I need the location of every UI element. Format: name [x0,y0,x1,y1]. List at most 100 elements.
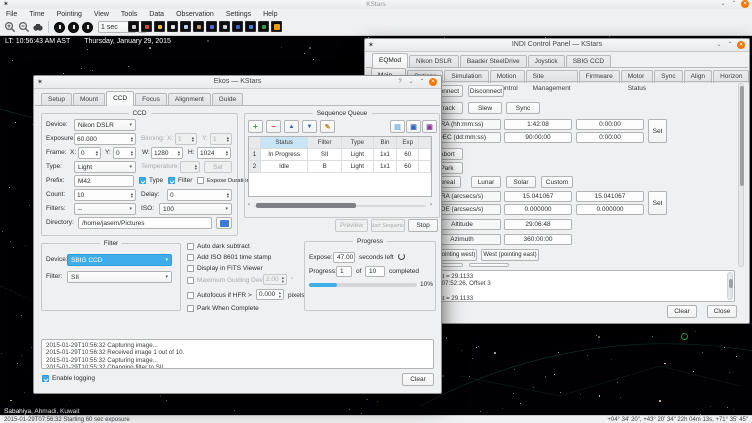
column-header-status[interactable]: Status [261,137,308,149]
slew-button[interactable]: Slew [468,102,502,114]
auto-dark-checkbox[interactable]: Auto dark subtract [187,243,250,250]
column-header-exp[interactable]: Exp [397,137,419,149]
menu-pointing[interactable]: Pointing [57,11,82,18]
frame-x-spinbox[interactable]: 0▴▾ [78,147,101,159]
solar-button[interactable]: Solar [506,176,536,188]
filters-select[interactable]: --▾ [74,203,136,215]
constellation-lines-toggle-icon[interactable] [206,21,217,32]
menu-help[interactable]: Help [263,11,277,18]
indi-clear-button[interactable]: Clear [667,305,697,318]
autofocus-hfr-spinbox[interactable]: 0.000▴▾ [256,289,284,300]
dec-target-input[interactable]: 0:00:00 [576,132,644,143]
asteroids-toggle-icon[interactable] [193,21,204,32]
stars-toggle-icon[interactable] [128,21,139,32]
open-sequence-icon[interactable]: ▤ [390,120,405,133]
filter-select[interactable]: SII▾ [67,271,172,283]
sync-button[interactable]: Sync [506,102,540,114]
ekos-minimize-button[interactable]: ⌄ [407,78,415,86]
de-rate-input[interactable]: 0.000000 [576,204,644,215]
ekos-clear-button[interactable]: Clear [402,373,434,386]
deep-sky-objects-toggle-icon[interactable] [141,21,152,32]
indi-maximize-button[interactable]: ⌃ [726,41,734,49]
sequence-queue-table[interactable]: StatusFilterTypeBinExp1In ProgressSIILig… [248,136,432,197]
column-header-type[interactable]: Type [342,137,374,149]
filter-device-select[interactable]: SBIG CCD▾ [67,254,172,266]
column-header-blank[interactable] [419,137,431,149]
stop-button[interactable]: Stop [408,219,438,232]
comets-toggle-icon[interactable] [180,21,191,32]
maximize-button[interactable]: ⌃ [730,0,738,8]
menu-view[interactable]: View [94,11,109,18]
close-button[interactable]: ✕ [741,0,749,8]
save-sequence-as-icon[interactable]: ▣ [422,120,437,133]
browse-directory-button[interactable] [216,217,232,229]
save-sequence-icon[interactable]: ▣ [406,120,421,133]
indi-log-scrollbar[interactable] [727,272,733,300]
queue-horizontal-scrollbar[interactable]: ‹ › [248,202,432,209]
frame-w-spinbox[interactable]: 1280▴▾ [151,147,183,159]
lunar-button[interactable]: Lunar [471,176,501,188]
ekos-toggle-icon[interactable] [271,21,282,32]
park-complete-checkbox[interactable]: Park When Complete [187,305,259,312]
ra-rate-input[interactable]: 15.041067 [576,191,644,202]
frame-type-select[interactable]: Light▾ [74,161,136,173]
fits-viewer-checkbox[interactable]: Display in FITS Viewer [187,265,263,272]
iso-select[interactable]: 100▾ [159,203,232,215]
disconnect-button[interactable]: Disconnect [468,85,504,97]
directory-input[interactable]: /home/jasem/Pictures [78,217,212,229]
menu-time[interactable]: Time [29,11,44,18]
time-forward-icon[interactable] [82,22,93,33]
table-row[interactable]: 1In ProgressSIILight1x160 [249,149,431,161]
minimize-button[interactable]: ⌄ [719,0,727,8]
moon-toggle-icon[interactable] [167,21,178,32]
zoom-in-icon[interactable] [4,21,16,33]
iso8601-checkbox[interactable]: Add ISO 8601 time stamp [187,254,271,261]
remove-job-icon[interactable]: − [266,120,281,133]
autofocus-hfr-checkbox[interactable]: Autofocus if HFR > [187,292,252,299]
constellation-names-toggle-icon[interactable] [219,21,230,32]
ra-target-input[interactable]: 0:00:00 [576,119,644,130]
menu-file[interactable]: File [6,11,17,18]
horizon-toggle-icon[interactable] [258,21,269,32]
pier-west-button[interactable]: West (pointing east) [481,249,539,261]
prefix-type-checkbox[interactable]: Type [139,177,163,184]
add-job-icon[interactable]: + [248,120,263,133]
column-header-blank[interactable] [249,137,261,149]
time-now-icon[interactable] [68,22,79,33]
menu-tools[interactable]: Tools [121,11,137,18]
menu-settings[interactable]: Settings [226,11,251,18]
indi-close-button[interactable]: ✕ [737,41,745,49]
move-job-up-icon[interactable]: ▲ [284,120,299,133]
menu-observation[interactable]: Observation [176,11,214,18]
frame-y-spinbox[interactable]: 0▴▾ [113,147,136,159]
exposure-spinbox[interactable]: 60.000▴▾ [74,133,136,145]
indi-close-panel-button[interactable]: Close [707,305,737,318]
prefix-duration-checkbox[interactable]: Expose Duration [197,177,250,184]
ccd-device-select[interactable]: Nikon DSLR▾ [74,119,136,131]
find-object-icon[interactable] [32,21,44,33]
rate-set-button[interactable]: Set [648,191,667,215]
frame-h-spinbox[interactable]: 1024▴▾ [197,147,231,159]
custom-button[interactable]: Custom [541,176,573,188]
enable-logging-checkbox[interactable]: Enable logging [42,375,95,382]
zoom-out-icon[interactable] [18,21,30,33]
coords-set-button[interactable]: Set [648,119,667,143]
edit-job-icon[interactable]: ✎ [320,120,335,133]
ekos-maximize-button[interactable]: ⌃ [418,78,426,86]
indi-minimize-button[interactable]: ⌄ [715,41,723,49]
clipped-button[interactable] [469,263,509,267]
ekos-close-button[interactable]: ✕ [429,78,437,86]
table-row[interactable]: 2IdleBLight1x160 [249,161,431,173]
delay-spinbox[interactable]: 0▴▾ [167,189,232,201]
prefix-filter-checkbox[interactable]: Filter [168,177,192,184]
column-header-bin[interactable]: Bin [374,137,398,149]
ekos-help-button[interactable]: ? [396,78,404,86]
time-rewind-icon[interactable] [54,22,65,33]
coordinate-grid-toggle-icon[interactable] [245,21,256,32]
constellation-boundaries-toggle-icon[interactable] [232,21,243,32]
prefix-input[interactable]: M42 [74,175,134,187]
indi-vertical-scrollbar[interactable] [738,83,744,267]
column-header-filter[interactable]: Filter [308,137,342,149]
count-spinbox[interactable]: 10▴▾ [74,189,136,201]
solar-system-toggle-icon[interactable] [154,21,165,32]
